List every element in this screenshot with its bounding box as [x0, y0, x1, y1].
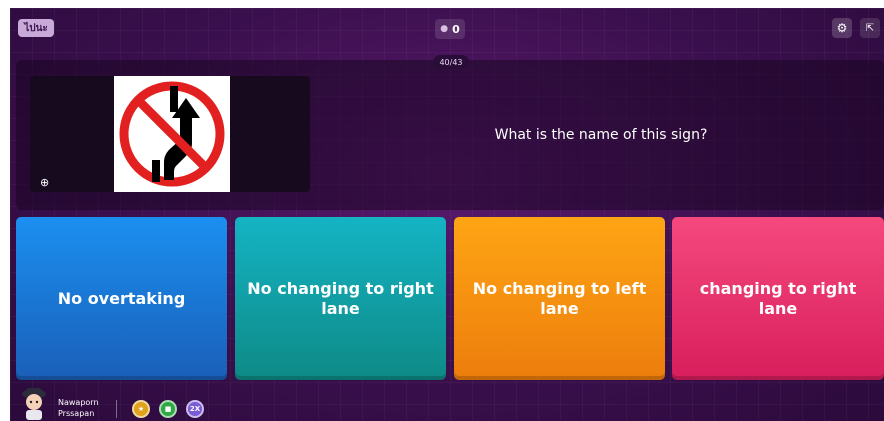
no-lane-change-sign-image	[114, 76, 230, 192]
score-value: 0	[452, 22, 460, 36]
double-points-powerup-icon[interactable]: 2X	[186, 400, 204, 418]
settings-button[interactable]: ⚙	[832, 18, 852, 38]
zoom-in-icon: ⊕	[40, 176, 50, 189]
game-screen: ไปนะ ● 0 ⚙ ⇱ 40/43 ⊕ What is the name of…	[10, 8, 884, 421]
player-last-name: Prssapan	[58, 409, 95, 418]
avatar	[22, 388, 46, 420]
player-footer: Nawaporn Prssapan ★ ■ 2X	[10, 384, 884, 421]
fullscreen-icon: ⇱	[865, 22, 875, 34]
fullscreen-button[interactable]: ⇱	[860, 18, 880, 38]
player-name: Nawaporn Prssapan	[58, 397, 99, 419]
answer-option-2[interactable]: No changing to right lane	[235, 217, 446, 380]
divider	[116, 400, 117, 418]
coin-powerup-icon[interactable]: ★	[132, 400, 150, 418]
score-counter: ● 0	[435, 19, 465, 39]
question-image-container[interactable]: ⊕	[30, 76, 310, 192]
answer-option-4[interactable]: changing to right lane	[672, 217, 884, 380]
zoom-button[interactable]: ⊕	[40, 176, 49, 189]
drop-icon: ●	[440, 24, 449, 34]
question-panel: ⊕ What is the name of this sign?	[16, 60, 884, 210]
question-text: What is the name of this sign?	[494, 127, 708, 143]
exit-button[interactable]: ไปนะ	[18, 19, 54, 37]
answer-option-1[interactable]: No overtaking	[16, 217, 227, 380]
gear-icon: ⚙	[836, 21, 848, 35]
streak-powerup-icon[interactable]: ■	[159, 400, 177, 418]
question-progress: 40/43	[433, 55, 469, 69]
answer-option-3[interactable]: No changing to left lane	[454, 217, 665, 380]
player-first-name: Nawaporn	[58, 398, 99, 407]
